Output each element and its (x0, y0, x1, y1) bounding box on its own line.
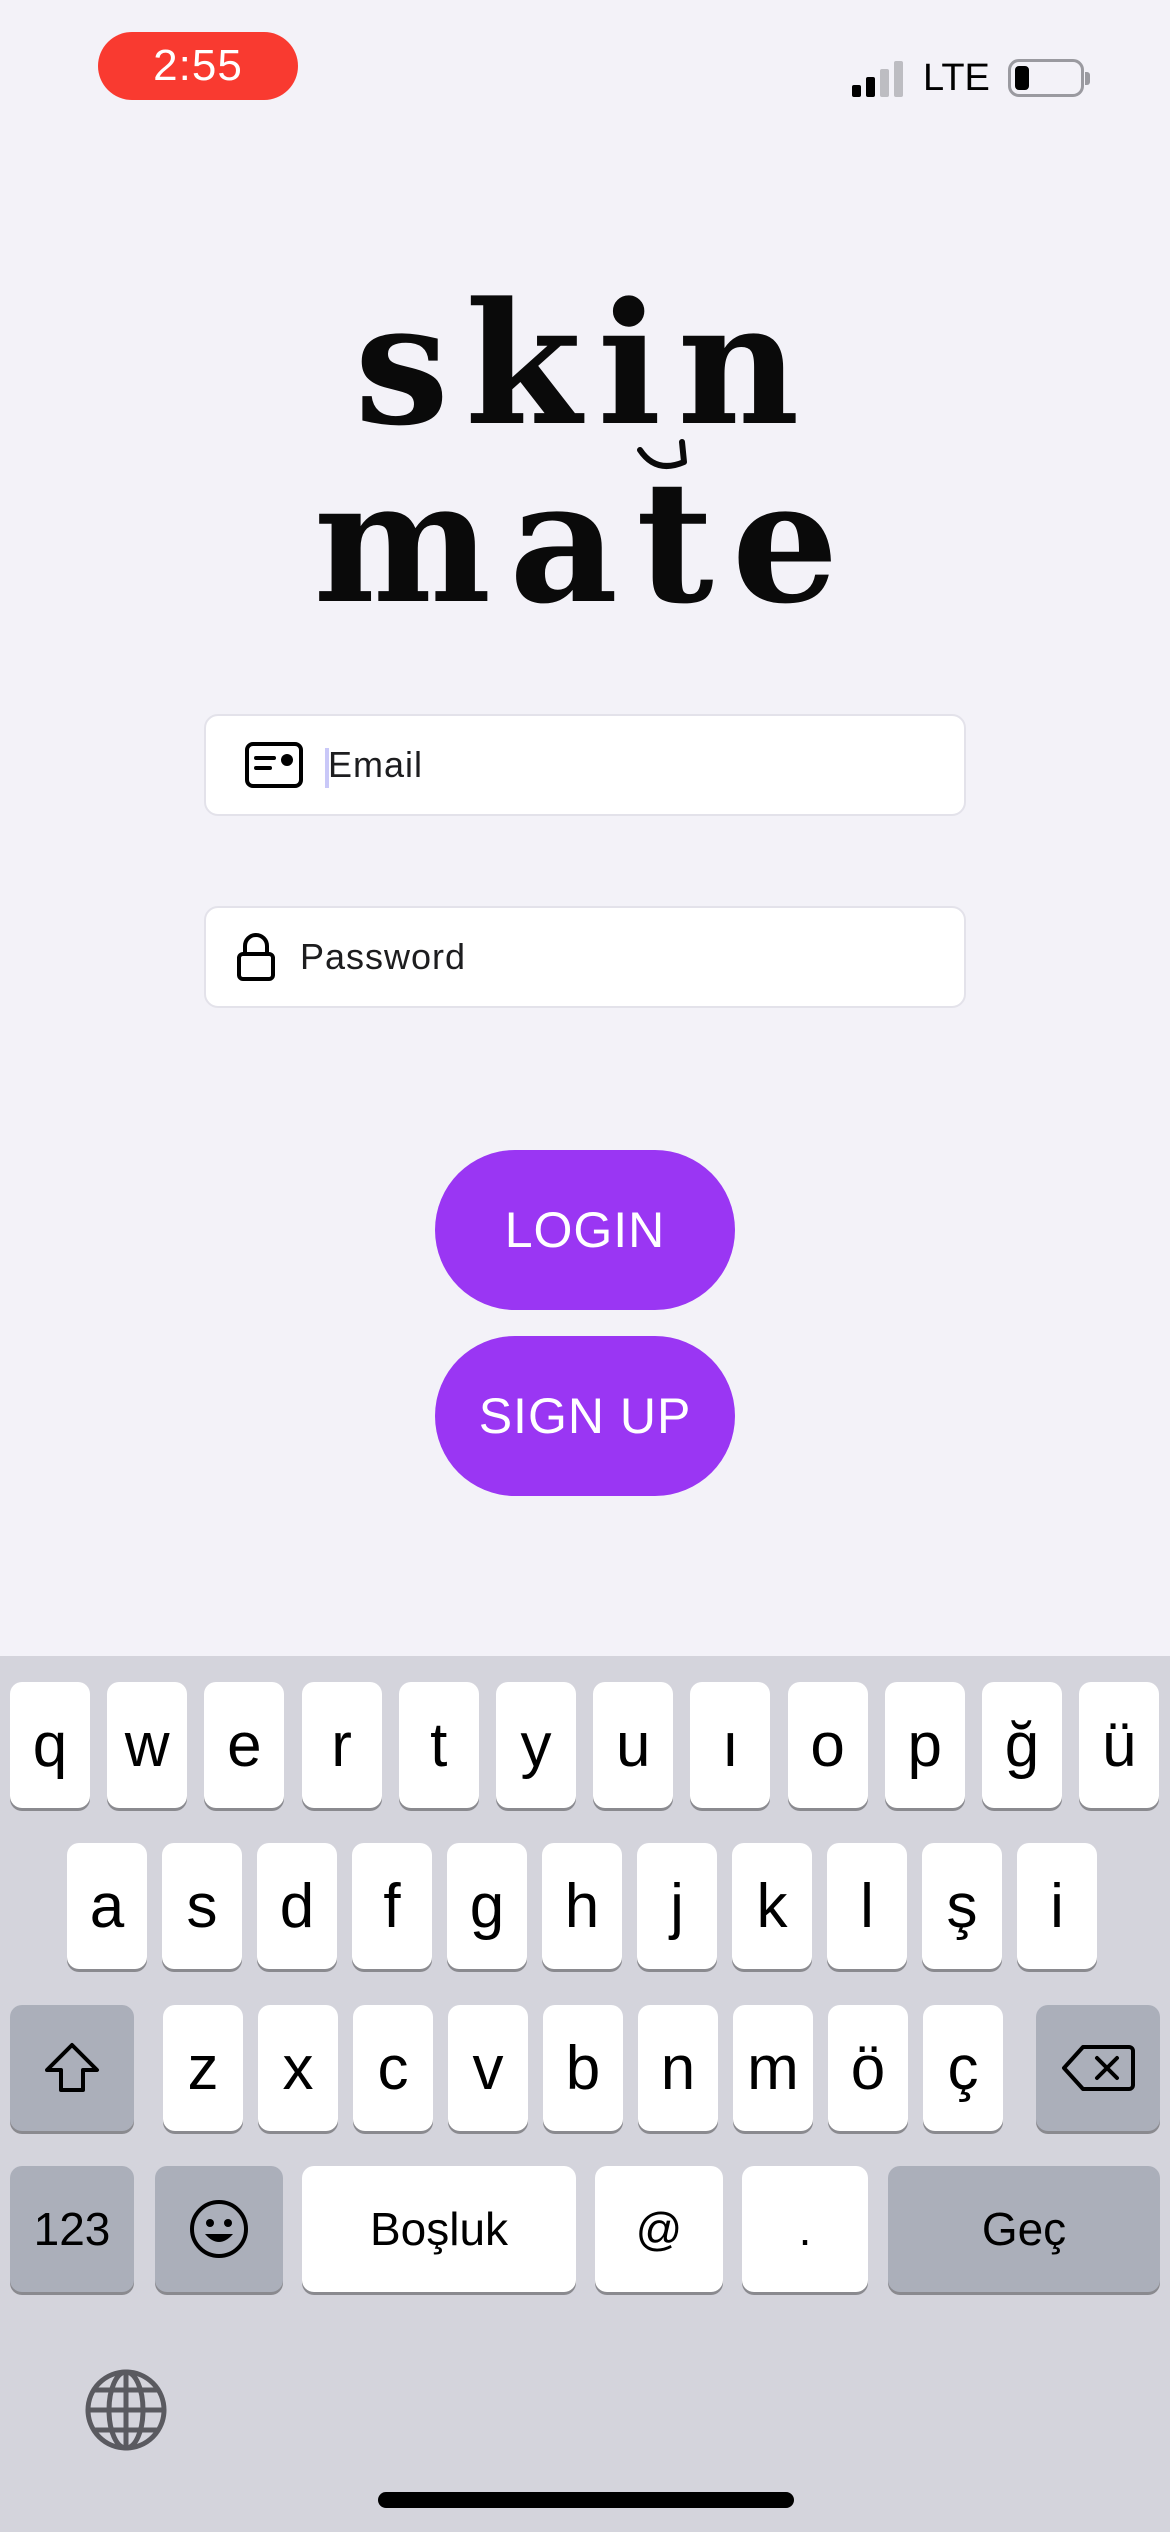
password-input[interactable] (300, 908, 964, 1006)
app-logo: skin mate (300, 280, 870, 650)
at-key[interactable]: @ (595, 2166, 723, 2292)
key-n[interactable]: n (638, 2005, 718, 2131)
key-ö[interactable]: ö (828, 2005, 908, 2131)
network-type: LTE (923, 56, 990, 99)
key-o[interactable]: o (787, 1682, 868, 1808)
key-x[interactable]: x (258, 2005, 338, 2131)
key-z[interactable]: z (163, 2005, 243, 2131)
key-g[interactable]: g (447, 1843, 527, 1969)
key-ğ[interactable]: ğ (982, 1682, 1062, 1808)
key-ı[interactable]: ı (690, 1682, 771, 1808)
globe-icon[interactable] (84, 2368, 168, 2452)
return-key[interactable]: Geç (888, 2166, 1160, 2292)
login-button[interactable]: LOGIN (435, 1150, 735, 1310)
logo-line-mate: mate (313, 443, 857, 641)
key-b[interactable]: b (543, 2005, 623, 2131)
key-p[interactable]: p (884, 1682, 965, 1808)
id-card-icon (238, 735, 310, 795)
key-l[interactable]: l (827, 1843, 907, 1969)
delete-key[interactable] (1036, 2005, 1160, 2131)
shift-key[interactable] (10, 2005, 134, 2131)
signup-button[interactable]: SIGN UP (435, 1336, 735, 1496)
key-h[interactable]: h (542, 1843, 622, 1969)
key-ç[interactable]: ç (923, 2005, 1003, 2131)
key-r[interactable]: r (301, 1682, 382, 1808)
key-w[interactable]: w (107, 1682, 188, 1808)
key-k[interactable]: k (732, 1843, 812, 1969)
key-d[interactable]: d (257, 1843, 337, 1969)
key-i[interactable]: i (1017, 1843, 1097, 1969)
lock-icon (234, 927, 278, 987)
home-indicator[interactable] (378, 2492, 794, 2508)
key-e[interactable]: e (204, 1682, 285, 1808)
emoji-key[interactable] (155, 2166, 283, 2292)
logo-line-skin: skin (354, 265, 816, 463)
shift-icon (45, 2043, 99, 2092)
text-cursor (325, 748, 329, 788)
key-f[interactable]: f (352, 1843, 432, 1969)
email-input[interactable] (328, 716, 964, 814)
key-j[interactable]: j (637, 1843, 717, 1969)
password-field[interactable] (204, 906, 966, 1008)
key-v[interactable]: v (448, 2005, 528, 2131)
key-s[interactable]: s (162, 1843, 242, 1969)
key-c[interactable]: c (353, 2005, 433, 2131)
signal-strength-icon (852, 59, 903, 97)
period-key[interactable]: . (742, 2166, 868, 2292)
space-key[interactable]: Boşluk (302, 2166, 576, 2292)
key-m[interactable]: m (733, 2005, 813, 2131)
emoji-icon (190, 2200, 248, 2258)
key-a[interactable]: a (67, 1843, 147, 1969)
key-t[interactable]: t (398, 1682, 479, 1808)
key-ü[interactable]: ü (1079, 1682, 1160, 1808)
status-indicators: LTE (852, 50, 1090, 106)
key-u[interactable]: u (593, 1682, 674, 1808)
status-time: 2:55 (98, 32, 298, 100)
battery-icon (1007, 59, 1090, 97)
key-y[interactable]: y (496, 1682, 576, 1808)
numbers-key[interactable]: 123 (10, 2166, 134, 2292)
key-q[interactable]: q (10, 1682, 90, 1808)
key-ş[interactable]: ş (922, 1843, 1002, 1969)
email-field[interactable] (204, 714, 966, 816)
delete-icon (1062, 2045, 1135, 2091)
